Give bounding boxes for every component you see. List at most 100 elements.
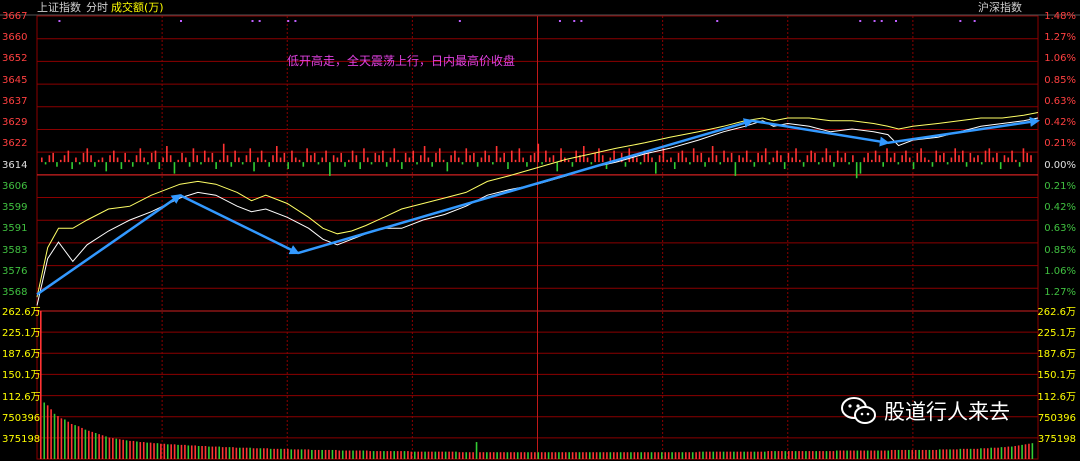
volume-bar-down [630,452,632,459]
volume-bar-up [221,447,224,459]
volume-bar-up [101,435,104,459]
diff-bar-up [806,155,809,163]
diff-bar-down [105,162,108,172]
volume-bar-up [160,443,162,459]
diff-bar-up [867,152,869,163]
diff-bar-up [75,157,77,163]
diff-bar-up [469,155,471,163]
volume-bar-down [887,450,890,459]
diff-bar-up [537,143,540,163]
diff-bar-up [518,148,521,163]
diff-bar-up [139,148,142,163]
volume-bar-down [218,446,221,459]
axis-tick-label: 1.06% [1044,265,1076,277]
diff-bar-up [48,155,51,163]
volume-bar-up [304,449,306,459]
volume-bar-down [197,446,200,459]
diff-bar-up [181,152,183,163]
diff-bar-up [325,150,327,163]
diff-bar-up [901,155,903,163]
diff-bar-up [692,148,695,163]
volume-bar-up [842,450,845,459]
diff-bar-up [397,159,399,163]
volume-bar-up [503,452,505,459]
intraday-chart-window: 上证指数 分时 成交额(万) 沪深指数 3667 3660 3652 3645 3637… [0,0,1080,461]
volume-bar-down [115,438,118,459]
diff-bar-up [950,157,953,163]
volume-bar-up [829,451,831,459]
volume-bar-up [420,451,423,459]
volume-bar-down [187,445,190,459]
diff-bar-up [780,155,782,163]
volume-bar-up [839,450,842,459]
volume-bar-down [619,452,622,459]
volume-bar-down [805,451,807,459]
event-marker [873,20,876,22]
volume-bar-down [269,448,272,459]
diff-bar-up [723,150,725,163]
diff-bar-up [749,159,752,163]
diff-bar-up [916,152,919,163]
volume-bar-down [527,452,529,459]
diff-bar-up [207,157,210,163]
axis-tick-label: 3629 [2,117,28,129]
diff-bar-up [681,150,684,163]
volume-bar-down [681,452,684,459]
trend-arrow [751,119,890,147]
volume-bar-up [235,447,238,459]
index-name[interactable]: 上证指数 [37,2,81,14]
diff-bar-up [575,150,578,163]
diff-bar-down [654,162,657,174]
tab-volume[interactable]: 成交额(万) [111,2,164,14]
diff-bar-up [374,152,377,163]
volume-bar-up [112,438,114,459]
diff-bar-up [795,148,797,163]
diff-bar-down [401,162,403,170]
tab-time[interactable]: 分时 [86,2,108,14]
volume-bar-down [908,449,910,459]
diff-bar-up [457,157,460,163]
diff-bar-up [745,150,748,163]
volume-bar-down [64,419,66,459]
volume-bar-up [324,449,327,459]
diff-bar-down [931,162,934,167]
volume-bar-up [379,451,382,459]
diff-bar-up [700,152,703,163]
diff-bar-down [476,162,479,167]
diff-bar-down [882,162,884,167]
volume-bar-down [825,451,828,459]
diff-bar-down [673,162,676,170]
volume-bar-up [561,452,564,459]
diff-bar-down [817,162,820,165]
event-marker [859,20,862,22]
diff-bar-up [567,159,570,163]
volume-bar-up [163,443,166,459]
diff-bar-up [442,159,445,163]
volume-bar-down [753,451,756,459]
volume-bar-down [311,449,313,459]
volume-bar-down [125,440,128,459]
diff-bar-up [927,159,930,163]
volume-bar-up [451,451,454,459]
diff-bar-up [529,155,532,163]
diff-bar-down [241,162,244,165]
volume-bar-down [794,451,797,459]
diff-bar-up [984,150,987,163]
volume-bar-up [592,452,594,459]
volume-bar-down [722,451,725,459]
diff-bar-up [347,159,350,163]
diff-bar-up [939,155,941,163]
volume-bar-up [695,452,697,459]
diff-bar-up [63,155,66,163]
diff-bar-up [598,148,600,163]
diff-bar-up [389,157,392,163]
volume-bar-up [698,451,701,459]
diff-bar-up [363,148,365,163]
volume-bar-up [359,450,361,459]
volume-bar-down [413,451,416,459]
diff-bar-down [317,162,320,165]
volume-bar-up [787,451,790,459]
index-switch-button[interactable]: 沪深指数 [978,2,1022,14]
volume-bar-up [273,448,275,459]
volume-bar-up [811,451,814,459]
